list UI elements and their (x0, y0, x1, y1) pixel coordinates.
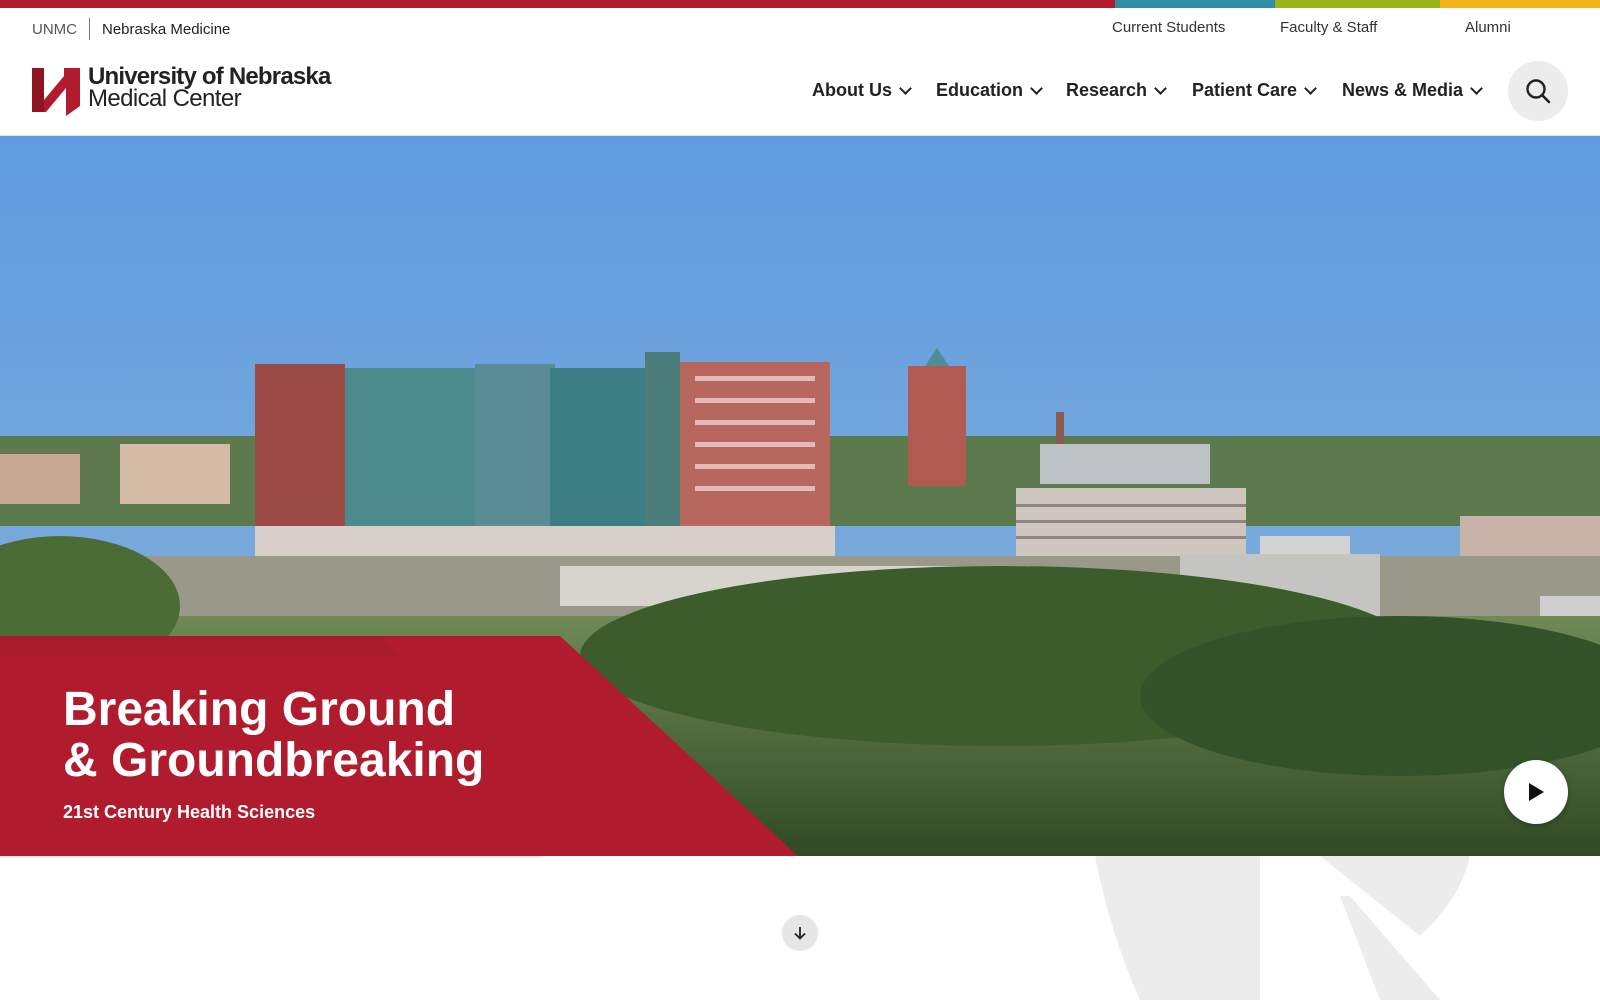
logo-wordmark: University of Nebraska Medical Center (88, 65, 331, 112)
nav-education[interactable]: Education (936, 80, 1043, 101)
search-icon (1526, 79, 1551, 104)
play-icon (1529, 783, 1544, 801)
nav-about-us[interactable]: About Us (812, 80, 912, 101)
main-header: University of Nebraska Medical Center Ab… (0, 48, 1600, 136)
unmc-link[interactable]: UNMC (32, 21, 89, 38)
utility-left-links: UNMC Nebraska Medicine (32, 18, 230, 40)
chevron-down-icon (1030, 81, 1043, 95)
unmc-n-logo-icon (32, 68, 80, 116)
unmc-logo[interactable]: University of Nebraska Medical Center (30, 65, 331, 118)
nav-patient-care[interactable]: Patient Care (1192, 80, 1317, 101)
arrow-down-icon (794, 927, 806, 940)
stripe-gold (1440, 0, 1600, 8)
scroll-down-button[interactable] (782, 915, 818, 951)
chevron-down-icon (899, 81, 912, 95)
hero-title: Breaking Ground & Groundbreaking (63, 684, 623, 786)
chevron-down-icon (1304, 81, 1317, 95)
brand-color-stripe (0, 0, 1600, 8)
utility-bar: UNMC Nebraska Medicine Current Students … (0, 8, 1600, 48)
nav-label: About Us (812, 80, 892, 100)
current-students-link[interactable]: Current Students (1112, 19, 1225, 36)
nav-label: Research (1066, 80, 1148, 100)
play-video-button[interactable] (1504, 760, 1568, 824)
nav-news-media[interactable]: News & Media (1342, 80, 1483, 101)
stripe-teal (1115, 0, 1275, 8)
nav-label: Patient Care (1192, 80, 1298, 100)
alumni-link[interactable]: Alumni (1465, 19, 1511, 36)
nebraska-medicine-link[interactable]: Nebraska Medicine (90, 21, 230, 38)
nav-label: News & Media (1342, 80, 1464, 100)
search-button[interactable] (1508, 61, 1568, 121)
background-logo-watermark (1095, 856, 1470, 1000)
logo-line-2: Medical Center (88, 85, 242, 112)
nav-label: Education (936, 80, 1024, 100)
chevron-down-icon (1470, 81, 1483, 95)
hero-title-line-2: & Groundbreaking (63, 734, 485, 787)
nav-research[interactable]: Research (1066, 80, 1167, 101)
hero-subtitle: 21st Century Health Sciences (63, 802, 316, 822)
hero-title-line-1: Breaking Ground (63, 683, 456, 736)
faculty-staff-link[interactable]: Faculty & Staff (1280, 19, 1377, 36)
stripe-green (1275, 0, 1440, 8)
chevron-down-icon (1154, 81, 1167, 95)
